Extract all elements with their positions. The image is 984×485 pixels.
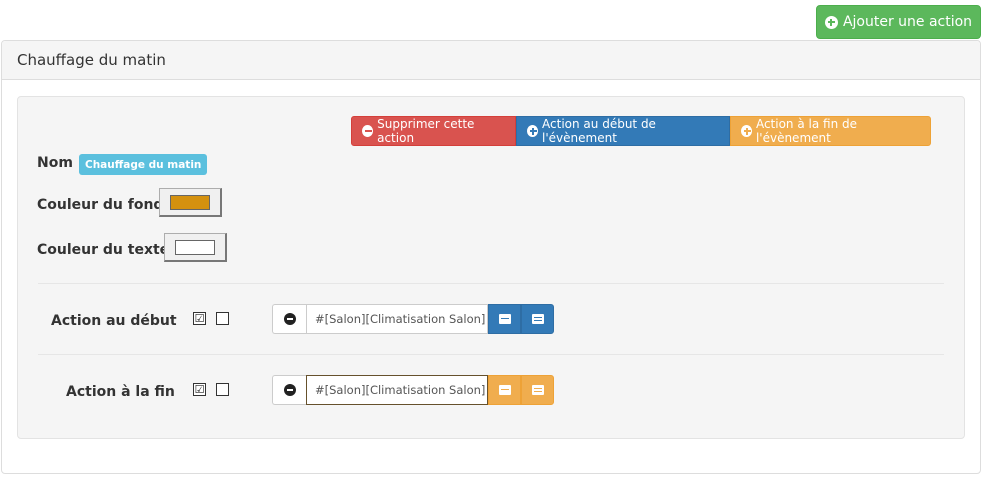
end-command-input[interactable]: #[Salon][Climatisation Salon] xyxy=(306,375,488,405)
bg-color-swatch xyxy=(170,194,210,210)
start-command-input[interactable]: #[Salon][Climatisation Salon] xyxy=(306,304,488,334)
minus-circle-icon xyxy=(283,384,296,396)
bg-color-label: Couleur du fond xyxy=(37,197,164,213)
name-badge[interactable]: Chauffage du matin xyxy=(79,154,208,175)
form-icon xyxy=(498,385,511,395)
action-panel: Chauffage du matin Supprimer cette actio… xyxy=(1,40,981,474)
divider xyxy=(38,354,944,355)
minus-circle-icon xyxy=(362,125,374,137)
delete-action-label: Supprimer cette action xyxy=(377,117,475,145)
list-icon xyxy=(531,385,544,395)
remove-start-command-button[interactable] xyxy=(272,304,306,334)
start-action-button[interactable]: Action au début de l'évènement xyxy=(516,116,730,146)
remove-end-command-button[interactable] xyxy=(272,375,306,405)
action-well: Supprimer cette action Action au début d… xyxy=(17,96,965,439)
plus-circle-icon xyxy=(741,125,752,137)
end-action-button[interactable]: Action à la fin de l'évènement xyxy=(730,116,931,146)
panel-title: Chauffage du matin xyxy=(2,41,980,80)
bg-color-picker[interactable] xyxy=(159,188,222,217)
divider xyxy=(38,283,944,284)
text-color-picker[interactable] xyxy=(164,233,227,262)
action-button-group: Supprimer cette action Action au début d… xyxy=(351,116,931,146)
plus-circle-icon xyxy=(527,125,539,137)
start-command-select-button[interactable] xyxy=(488,304,521,334)
start-command-group: #[Salon][Climatisation Salon] xyxy=(272,304,554,334)
start-action-row-label: Action au début xyxy=(51,313,177,329)
end-command-group: #[Salon][Climatisation Salon] xyxy=(272,375,554,405)
end-command-select-button[interactable] xyxy=(488,375,521,405)
end-command-list-button[interactable] xyxy=(521,375,554,405)
add-action-button[interactable]: Ajouter une action xyxy=(816,5,981,39)
form-icon xyxy=(498,314,511,324)
start-command-list-button[interactable] xyxy=(521,304,554,334)
list-icon xyxy=(531,314,544,324)
delete-action-button[interactable]: Supprimer cette action xyxy=(351,116,516,146)
text-color-swatch xyxy=(175,239,215,255)
end-action-row-label: Action à la fin xyxy=(66,384,175,400)
start-action-label: Action au début de l'évènement xyxy=(542,117,656,145)
add-action-label: Ajouter une action xyxy=(842,14,973,30)
name-label: Nom xyxy=(37,155,73,171)
end-option-checkbox[interactable] xyxy=(216,383,229,396)
plus-circle-icon xyxy=(824,15,838,29)
minus-circle-icon xyxy=(283,313,296,325)
text-color-label: Couleur du texte xyxy=(37,242,170,258)
end-enable-checkbox[interactable]: ☑ xyxy=(193,383,206,396)
start-enable-checkbox[interactable]: ☑ xyxy=(193,312,206,325)
start-option-checkbox[interactable] xyxy=(216,312,229,325)
end-action-label: Action à la fin de l'évènement xyxy=(755,117,857,145)
